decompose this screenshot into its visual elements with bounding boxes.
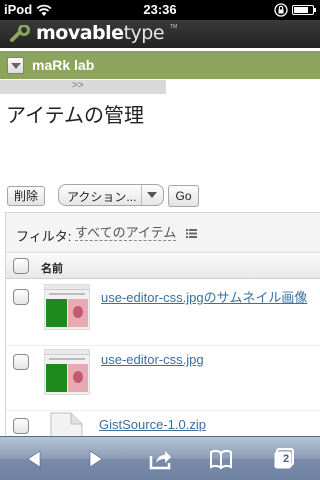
chevron-down-icon [141,185,163,205]
bookmarks-book-icon[interactable] [209,447,233,471]
battery-fill [294,7,309,13]
sidebar-expand-strip[interactable]: >> [0,80,166,94]
go-button[interactable]: Go [168,185,199,207]
action-select-value: アクション... [67,190,137,204]
filter-value-link[interactable]: すべてのアイテム [75,226,177,241]
rotation-lock-icon [274,3,288,17]
filter-row: フィルタ: すべてのアイテム [6,213,320,253]
browser-toolbar: 2 [0,436,320,480]
filter-label: フィルタ: [16,229,72,244]
table-header: 名前 [6,254,320,279]
back-arrow-icon[interactable] [22,447,46,471]
page-title: アイテムの管理 [6,105,144,127]
app-header: movabletype TM [0,20,320,48]
movabletype-logo-icon [10,25,30,42]
image-thumbnail[interactable] [44,284,90,330]
expand-label: >> [72,80,84,91]
blog-menu-toggle-button[interactable] [7,57,24,74]
row-checkbox[interactable] [13,418,29,434]
blog-bar: maRk lab [0,51,320,79]
row-checkbox[interactable] [13,289,29,305]
asset-link[interactable]: use-editor-css.jpg [101,352,204,367]
status-time: 23:36 [143,2,177,17]
select-all-checkbox[interactable] [13,258,29,274]
delete-button[interactable]: 削除 [7,186,45,206]
status-bar: iPod 23:36 [0,0,320,20]
forward-arrow-icon[interactable] [84,447,108,471]
share-icon[interactable] [148,447,172,471]
table-row: use-editor-css.jpg [6,347,320,411]
asset-link[interactable]: use-editor-css.jpgのサムネイル画像 [101,287,307,306]
app-logo-text: movabletype [36,22,165,44]
image-thumbnail[interactable] [44,349,90,395]
action-select[interactable]: アクション... [58,184,164,206]
asset-link[interactable]: GistSource-1.0.zip [99,417,206,432]
list-icon[interactable] [186,229,197,238]
battery-icon [292,5,316,15]
trademark-mark: TM [170,24,178,30]
table-row: use-editor-css.jpgのサムネイル画像 [6,280,320,346]
row-checkbox[interactable] [13,354,29,370]
blog-name[interactable]: maRk lab [32,57,94,73]
asset-list-panel: フィルタ: すべてのアイテム 名前 use-editor-css.jpgのサムネ… [5,212,320,452]
column-header-name[interactable]: 名前 [41,260,63,276]
tabs-count: 2 [282,453,290,465]
